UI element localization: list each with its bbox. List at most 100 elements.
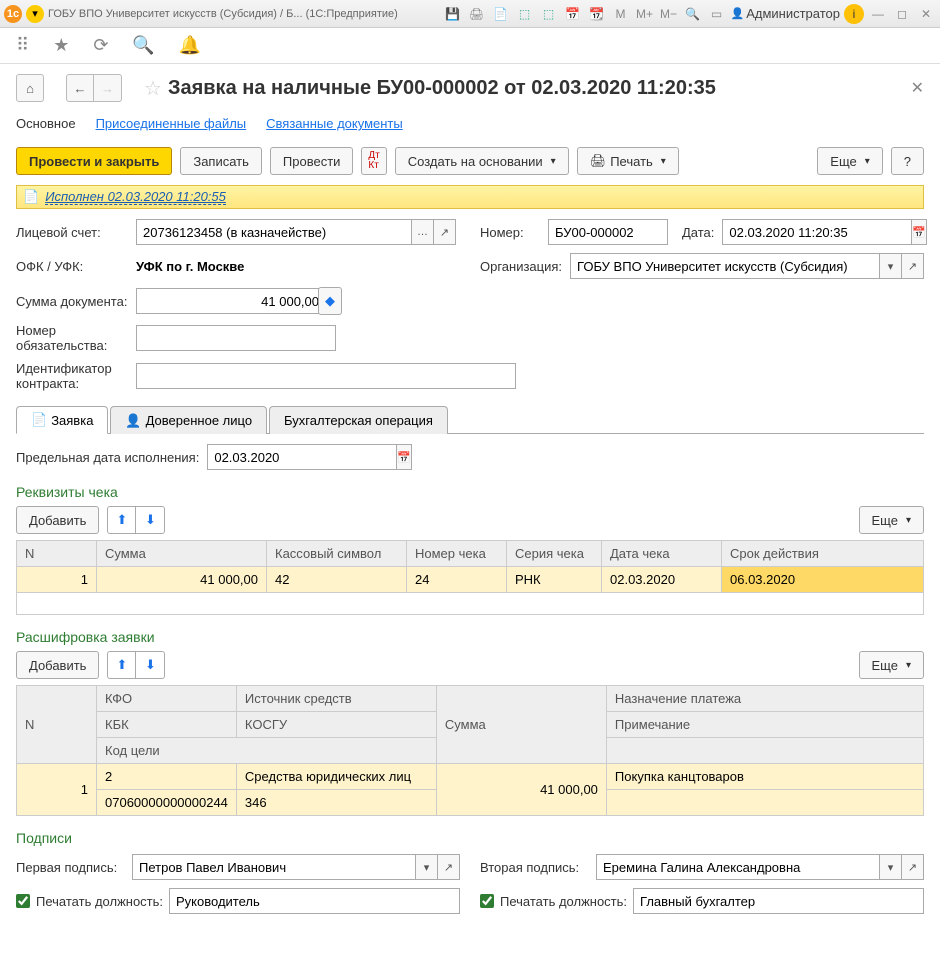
close-document-icon[interactable]: ✕ bbox=[911, 78, 924, 98]
help-button[interactable]: ? bbox=[891, 147, 924, 175]
dt-kt-button[interactable]: ДтКт bbox=[361, 147, 386, 175]
dcol-n[interactable]: N bbox=[17, 686, 97, 764]
panel-icon[interactable]: ▭ bbox=[707, 4, 727, 24]
info-icon[interactable]: i bbox=[844, 4, 864, 24]
cal-icon[interactable]: 📆 bbox=[587, 4, 607, 24]
dcol-note[interactable]: Примечание bbox=[606, 712, 923, 738]
star-icon[interactable]: ☆ bbox=[144, 76, 162, 101]
forward-button[interactable]: → bbox=[94, 74, 122, 102]
m-minus-icon[interactable]: M− bbox=[659, 4, 679, 24]
detail-down-icon[interactable]: ⬇ bbox=[136, 652, 164, 678]
col-chkser[interactable]: Серия чека bbox=[507, 541, 602, 567]
user-badge[interactable]: 👤 Администратор bbox=[731, 6, 841, 21]
check-more-button[interactable]: Еще bbox=[859, 506, 924, 534]
refill-button[interactable]: ◆ bbox=[318, 287, 342, 315]
post-and-close-button[interactable]: Провести и закрыть bbox=[16, 147, 172, 175]
deadline-input[interactable] bbox=[207, 444, 397, 470]
open-icon[interactable]: ↗ bbox=[434, 219, 456, 245]
link-icon[interactable]: ⬚ bbox=[539, 4, 559, 24]
move-down-icon[interactable]: ⬇ bbox=[136, 507, 164, 533]
org-dropdown-icon[interactable]: ▾ bbox=[880, 253, 902, 279]
sig2-open-icon[interactable]: ↗ bbox=[902, 854, 924, 880]
date-input[interactable] bbox=[722, 219, 912, 245]
dcell-kbk[interactable]: 07060000000000244 bbox=[97, 790, 237, 816]
col-valid[interactable]: Срок действия bbox=[722, 541, 924, 567]
account-input[interactable] bbox=[136, 219, 412, 245]
select-icon[interactable]: … bbox=[412, 219, 434, 245]
cell-chkser[interactable]: РНК bbox=[507, 567, 602, 593]
tab-attached-files[interactable]: Присоединенные файлы bbox=[96, 116, 247, 131]
dcol-sum[interactable]: Сумма bbox=[436, 686, 606, 764]
maximize-icon[interactable]: ◻ bbox=[892, 4, 912, 24]
apps-icon[interactable]: ⠿ bbox=[16, 35, 29, 56]
tab-related-docs[interactable]: Связанные документы bbox=[266, 116, 403, 131]
cell-sum[interactable]: 41 000,00 bbox=[97, 567, 267, 593]
zoom-icon[interactable]: 🔍 bbox=[683, 4, 703, 24]
check-row[interactable]: 1 41 000,00 42 24 РНК 02.03.2020 06.03.2… bbox=[17, 567, 924, 593]
sig1-dropdown-icon[interactable]: ▾ bbox=[416, 854, 438, 880]
col-chkdate[interactable]: Дата чека bbox=[602, 541, 722, 567]
tab-proxy[interactable]: 👤 Доверенное лицо bbox=[110, 406, 267, 434]
dcell-n[interactable]: 1 bbox=[17, 764, 97, 816]
contract-id-input[interactable] bbox=[136, 363, 516, 389]
favorite-icon[interactable]: ★ bbox=[53, 35, 69, 56]
dcol-kosgu[interactable]: КОСГУ bbox=[236, 712, 436, 738]
cell-valid[interactable]: 06.03.2020 bbox=[722, 567, 924, 593]
cell-chkdate[interactable]: 02.03.2020 bbox=[602, 567, 722, 593]
deadline-calendar-icon[interactable]: 📅 bbox=[397, 444, 412, 470]
m-plus-icon[interactable]: M+ bbox=[635, 4, 655, 24]
compare-icon[interactable]: ⬚ bbox=[515, 4, 535, 24]
print-pos1-checkbox[interactable] bbox=[16, 894, 30, 908]
post-button[interactable]: Провести bbox=[270, 147, 354, 175]
detail-add-button[interactable]: Добавить bbox=[16, 651, 99, 679]
sig2-input[interactable] bbox=[596, 854, 880, 880]
dcol-kfo[interactable]: КФО bbox=[97, 686, 237, 712]
status-text[interactable]: Исполнен 02.03.2020 11:20:55 bbox=[45, 189, 226, 205]
pos2-input[interactable] bbox=[633, 888, 924, 914]
dcell-src[interactable]: Средства юридических лиц bbox=[236, 764, 436, 790]
org-open-icon[interactable]: ↗ bbox=[902, 253, 924, 279]
dcol-kbk[interactable]: КБК bbox=[97, 712, 237, 738]
detail-more-button[interactable]: Еще bbox=[859, 651, 924, 679]
detail-table[interactable]: N КФО Источник средств Сумма Назначение … bbox=[16, 685, 924, 816]
check-add-button[interactable]: Добавить bbox=[16, 506, 99, 534]
dcell-purpose[interactable]: Покупка канцтоваров bbox=[606, 764, 923, 790]
cell-n[interactable]: 1 bbox=[17, 567, 97, 593]
tab-accounting[interactable]: Бухгалтерская операция bbox=[269, 406, 448, 434]
dcell-sum[interactable]: 41 000,00 bbox=[436, 764, 606, 816]
dcol-purpose[interactable]: Назначение платежа bbox=[606, 686, 923, 712]
create-based-on-button[interactable]: Создать на основании bbox=[395, 147, 569, 175]
minimize-icon[interactable]: — bbox=[868, 4, 888, 24]
print-pos2-checkbox[interactable] bbox=[480, 894, 494, 908]
number-input[interactable] bbox=[548, 219, 668, 245]
sig1-open-icon[interactable]: ↗ bbox=[438, 854, 460, 880]
m-icon[interactable]: M bbox=[611, 4, 631, 24]
dcell-kosgu[interactable]: 346 bbox=[236, 790, 436, 816]
obligation-input[interactable] bbox=[136, 325, 336, 351]
tab-main[interactable]: Основное bbox=[16, 116, 76, 131]
search-icon[interactable]: 🔍 bbox=[132, 35, 154, 56]
calendar-icon[interactable]: 📅 bbox=[912, 219, 927, 245]
col-sum[interactable]: Сумма bbox=[97, 541, 267, 567]
dcol-goal[interactable]: Код цели bbox=[97, 738, 437, 764]
save-button[interactable]: Записать bbox=[180, 147, 262, 175]
sum-input[interactable] bbox=[136, 288, 326, 314]
col-sym[interactable]: Кассовый символ bbox=[267, 541, 407, 567]
history-icon[interactable]: ⟳ bbox=[93, 35, 108, 56]
org-input[interactable] bbox=[570, 253, 880, 279]
close-window-icon[interactable]: ✕ bbox=[916, 4, 936, 24]
col-chknum[interactable]: Номер чека bbox=[407, 541, 507, 567]
detail-row[interactable]: 1 2 Средства юридических лиц 41 000,00 П… bbox=[17, 764, 924, 790]
more-button[interactable]: Еще bbox=[817, 147, 882, 175]
sig1-input[interactable] bbox=[132, 854, 416, 880]
back-button[interactable]: ← bbox=[66, 74, 94, 102]
detail-up-icon[interactable]: ⬆ bbox=[108, 652, 136, 678]
dcell-kfo[interactable]: 2 bbox=[97, 764, 237, 790]
cell-sym[interactable]: 42 bbox=[267, 567, 407, 593]
save-icon[interactable]: 💾 bbox=[443, 4, 463, 24]
doc-icon[interactable]: 📄 bbox=[491, 4, 511, 24]
col-n[interactable]: N bbox=[17, 541, 97, 567]
sig2-dropdown-icon[interactable]: ▾ bbox=[880, 854, 902, 880]
move-up-icon[interactable]: ⬆ bbox=[108, 507, 136, 533]
check-table[interactable]: N Сумма Кассовый символ Номер чека Серия… bbox=[16, 540, 924, 615]
